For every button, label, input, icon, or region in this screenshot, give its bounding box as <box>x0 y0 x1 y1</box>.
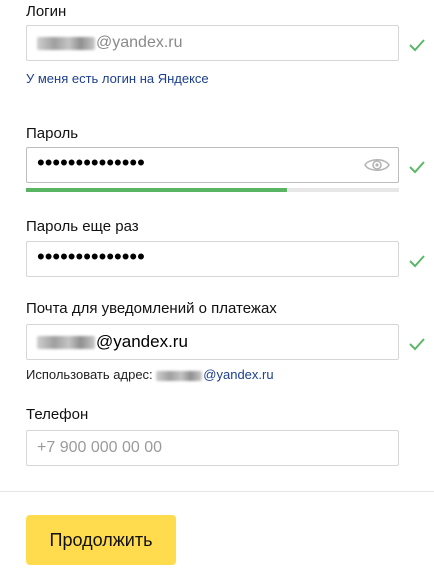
password-dots: •••••••••••••• <box>37 150 145 175</box>
password-repeat-label: Пароль еще раз <box>26 218 139 235</box>
notify-email-input[interactable]: @yandex.ru <box>26 324 399 360</box>
check-icon <box>409 338 425 351</box>
redacted-username <box>37 36 95 50</box>
login-value-suffix: @yandex.ru <box>96 34 183 51</box>
check-icon <box>409 255 425 268</box>
use-address-link[interactable]: @yandex.ru <box>156 367 274 382</box>
notify-email-suffix: @yandex.ru <box>96 332 188 351</box>
redacted-username <box>37 335 95 349</box>
phone-label: Телефон <box>26 406 89 423</box>
use-address-hint: Использовать адрес: @yandex.ru <box>26 367 274 382</box>
use-address-prefix: Использовать адрес: <box>26 367 153 382</box>
redacted-username <box>156 370 203 381</box>
login-input[interactable]: @yandex.ru <box>26 25 399 61</box>
password-strength-bar <box>26 188 399 192</box>
divider <box>0 491 434 492</box>
phone-input[interactable]: +7 900 000 00 00 <box>26 430 399 466</box>
password-strength-fill <box>26 188 288 192</box>
check-icon <box>409 161 425 174</box>
check-icon <box>409 39 425 52</box>
password-repeat-input[interactable]: •••••••••••••• <box>26 241 399 277</box>
eye-icon[interactable] <box>364 156 390 174</box>
password-input[interactable]: •••••••••••••• <box>26 147 399 183</box>
notify-email-label: Почта для уведомлений о платежах <box>26 300 277 317</box>
continue-button[interactable]: Продолжить <box>26 515 176 565</box>
existing-login-link[interactable]: У меня есть логин на Яндексе <box>26 71 209 86</box>
login-label: Логин <box>26 3 67 20</box>
password-repeat-dots: •••••••••••••• <box>37 244 145 269</box>
use-address-suffix: @yandex.ru <box>203 367 274 382</box>
phone-placeholder: +7 900 000 00 00 <box>37 439 163 456</box>
password-label: Пароль <box>26 125 79 142</box>
